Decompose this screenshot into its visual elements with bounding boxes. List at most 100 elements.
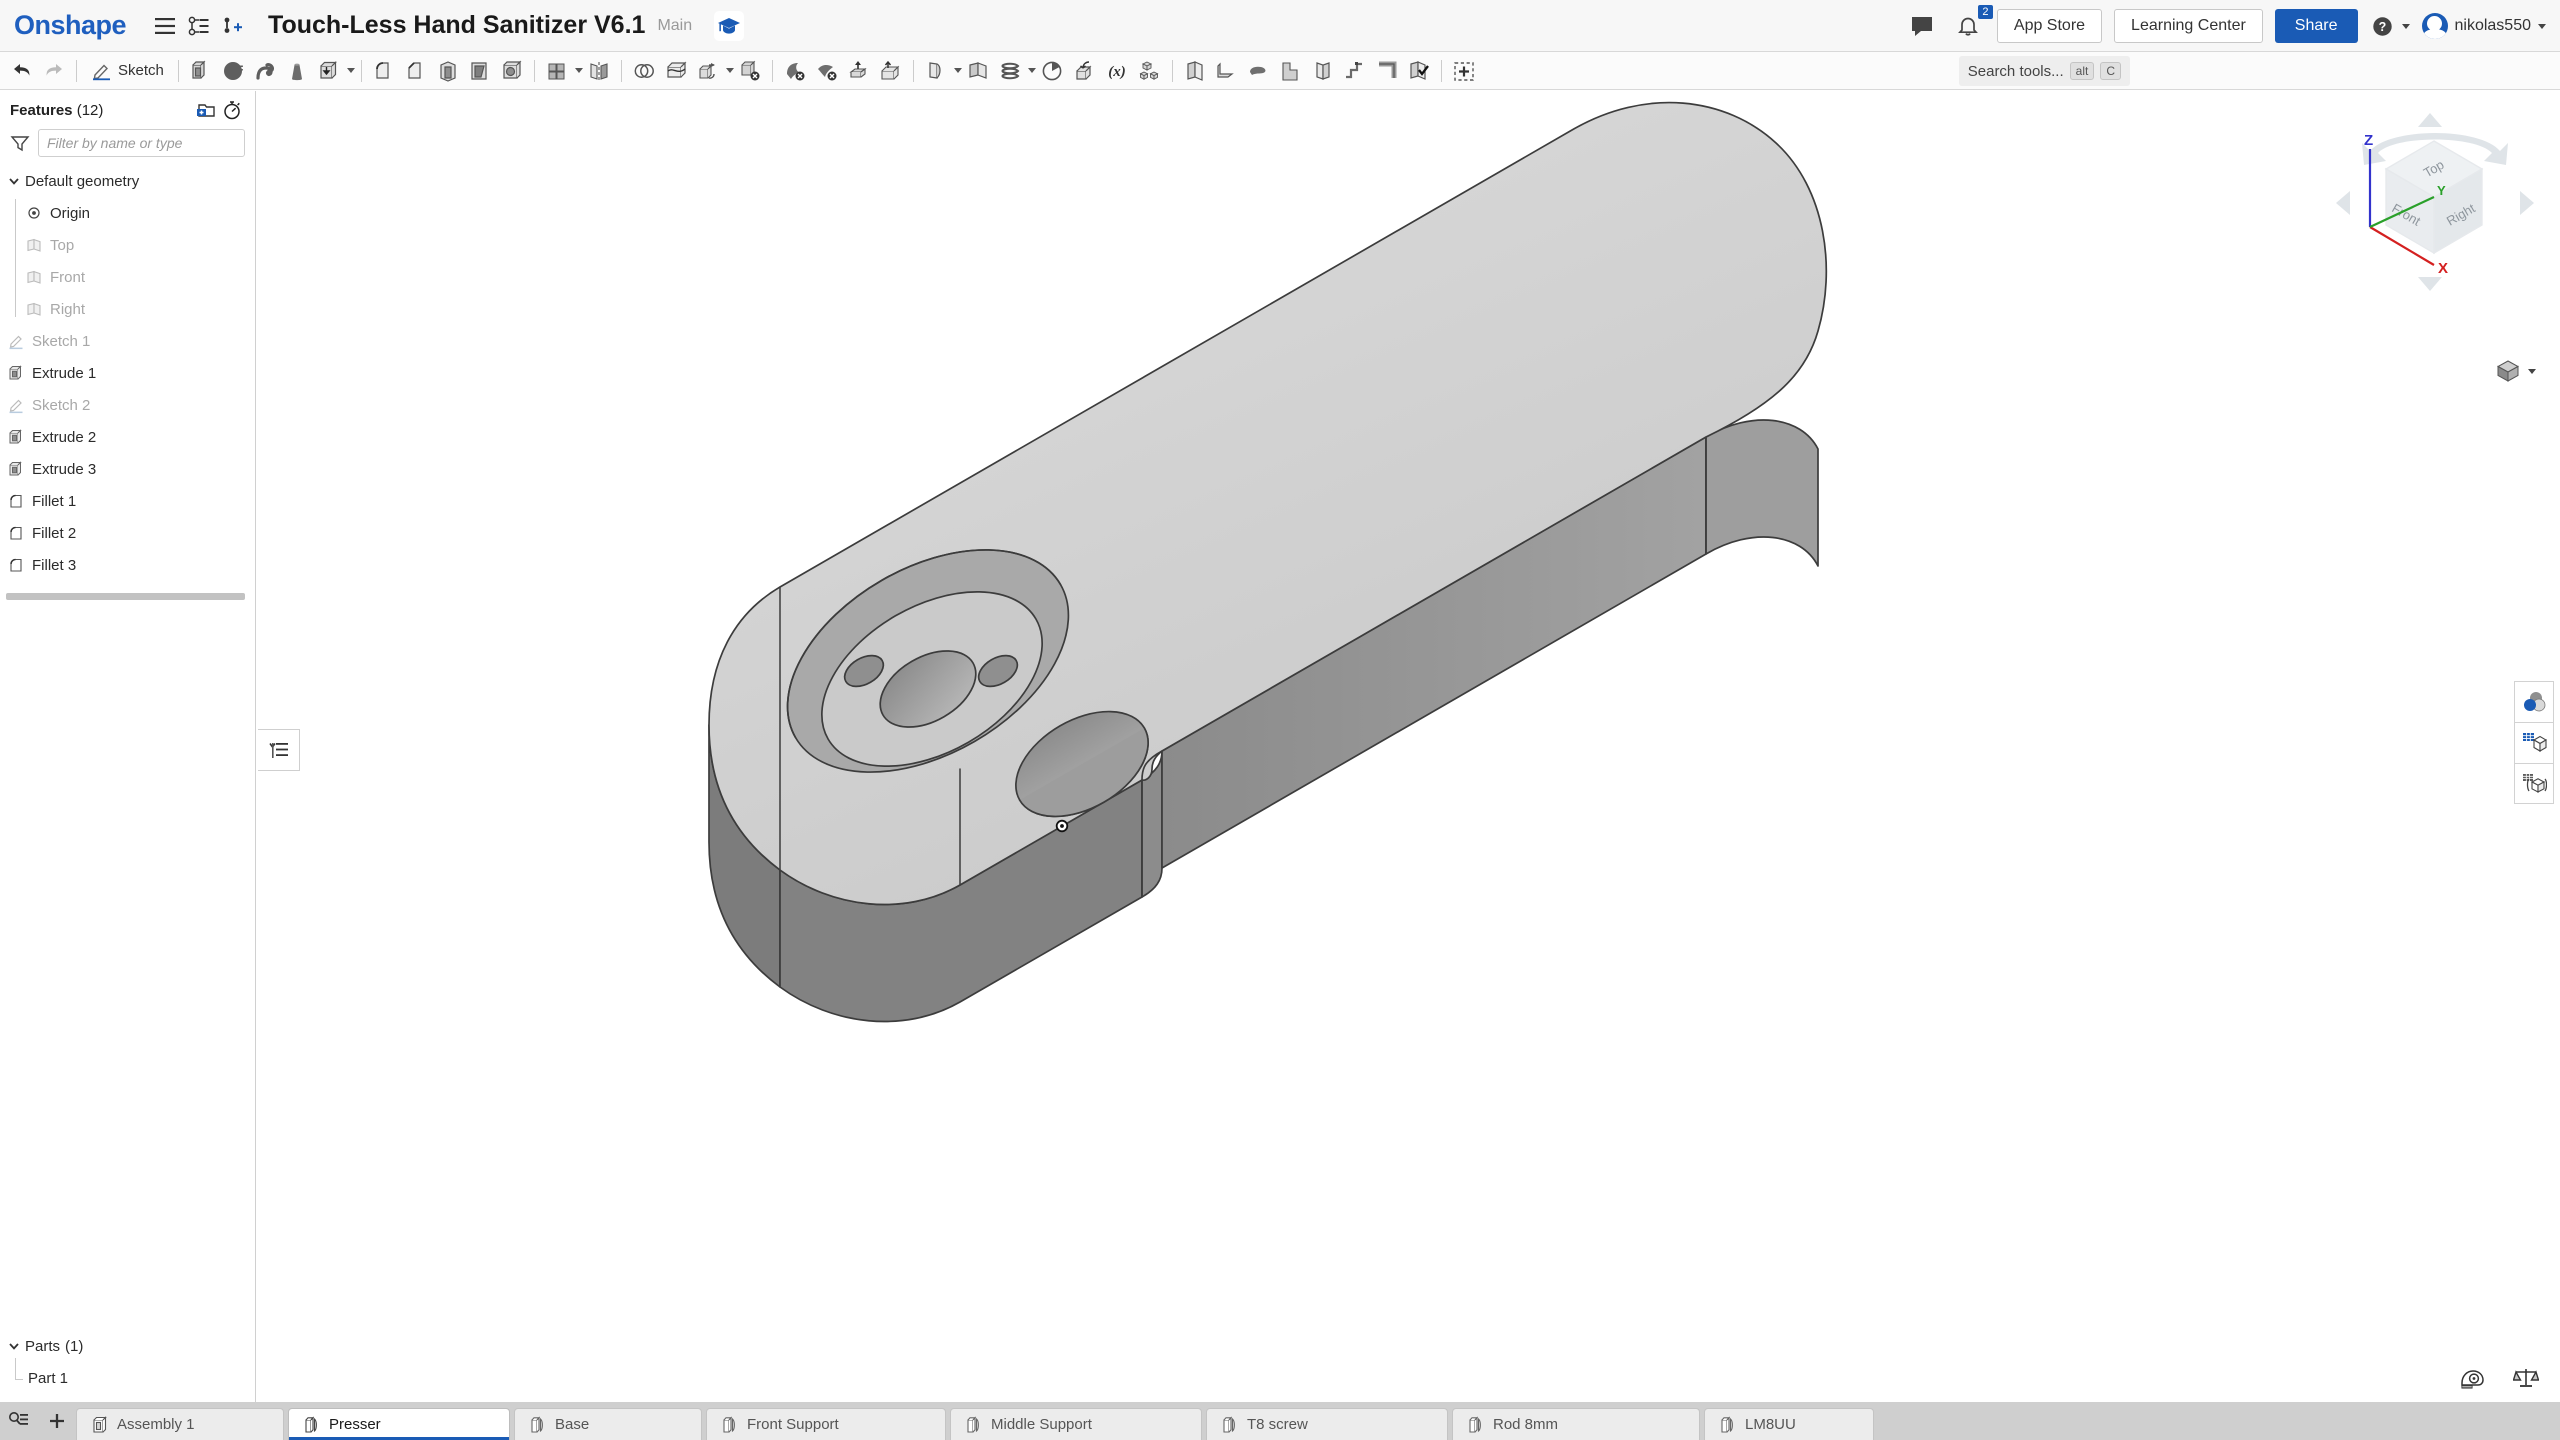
thicken-tool[interactable] [313,55,345,87]
boolean-tool[interactable] [628,55,660,87]
add-tab-button[interactable] [38,1402,76,1440]
helix-tool[interactable] [994,55,1026,87]
hamburger-menu-icon[interactable] [148,9,182,43]
configuration-panel-button[interactable] [2514,763,2554,804]
sketch-button[interactable]: Sketch [83,55,172,87]
tab-lm8uu[interactable]: LM8UU [1704,1408,1874,1440]
comment-icon[interactable] [1905,9,1939,43]
tab-middle-support[interactable]: Middle Support [950,1408,1202,1440]
enclose-tool[interactable] [875,55,907,87]
part-model-render[interactable] [256,91,2560,1402]
tree-item-extrude-2[interactable]: Extrude 2 [0,421,255,453]
tab-tool[interactable] [1275,55,1307,87]
tab-assembly-1[interactable]: Assembly 1 [76,1408,284,1440]
filter-input[interactable] [38,129,245,157]
split-tool[interactable] [660,55,692,87]
sweep-tool[interactable] [249,55,281,87]
corner-tool[interactable] [1371,55,1403,87]
helix-chevron-down-icon[interactable] [1028,68,1036,73]
tree-item-right-plane[interactable]: Right [0,293,255,325]
loft-tool[interactable] [281,55,313,87]
user-menu[interactable]: nikolas550 [2422,13,2547,39]
plane-chevron-down-icon[interactable] [954,68,962,73]
add-version-icon[interactable] [216,9,250,43]
rollback-bar[interactable] [6,593,245,600]
fillet-tool[interactable] [368,55,400,87]
rib-tool[interactable] [432,55,464,87]
delete-part-tool[interactable] [734,55,766,87]
help-circle-icon[interactable]: ? [2370,9,2396,43]
appearance-panel-button[interactable] [2514,681,2554,722]
tab-t8-screw[interactable]: T8 screw [1206,1408,1448,1440]
add-custom-feature-tool[interactable] [1448,55,1480,87]
transform-chevron-down-icon[interactable] [726,68,734,73]
bell-icon[interactable]: 2 [1951,9,1985,43]
chevron-down-icon[interactable] [6,1338,22,1354]
tab-base[interactable]: Base [514,1408,702,1440]
tree-item-fillet-1[interactable]: Fillet 1 [0,485,255,517]
user-chevron-down-icon[interactable] [2538,24,2546,29]
undo-arrow-icon[interactable] [6,55,38,87]
search-tools-button[interactable]: Search tools... alt C [1959,56,2130,86]
tree-item-extrude-1[interactable]: Extrude 1 [0,357,255,389]
variable-tool[interactable]: (x) [1100,55,1134,87]
tree-item-sketch-1[interactable]: Sketch 1 [0,325,255,357]
move-face-tool[interactable] [843,55,875,87]
panel-list-icon[interactable] [258,729,300,771]
parts-header[interactable]: Parts (1) [0,1330,255,1362]
tree-item-origin[interactable]: Origin [0,197,255,229]
composite-part-tool[interactable] [1134,55,1166,87]
replace-face-tool[interactable] [811,55,843,87]
linear-pattern-tool[interactable] [541,55,573,87]
extrude-tool[interactable] [185,55,217,87]
workspace-name[interactable]: Main [657,17,692,35]
display-state-panel-button[interactable] [2514,722,2554,763]
funnel-filter-icon[interactable] [10,134,30,152]
tab-presser[interactable]: Presser [288,1408,510,1440]
tree-item-fillet-3[interactable]: Fillet 3 [0,549,255,581]
derive-tool[interactable] [1068,55,1100,87]
add-folder-icon[interactable] [193,97,219,123]
hem-tool[interactable] [1243,55,1275,87]
delete-face-tool[interactable] [779,55,811,87]
construction-plane-tool[interactable] [962,55,994,87]
solids-chevron-down-icon[interactable] [347,68,355,73]
learning-center-button[interactable]: Learning Center [2114,9,2263,43]
draft-tool[interactable] [464,55,496,87]
graphics-viewport[interactable]: Top Front Right Z X Y [256,91,2560,1402]
tab-front-support[interactable]: Front Support [706,1408,946,1440]
chevron-down-icon[interactable] [6,173,22,189]
tape-measure-icon[interactable] [2458,1364,2486,1392]
plane-tool[interactable] [920,55,952,87]
pattern-chevron-down-icon[interactable] [575,68,583,73]
tree-item-fillet-2[interactable]: Fillet 2 [0,517,255,549]
tree-item-default-geometry[interactable]: Default geometry [0,165,255,197]
view-cube-chevron-down-icon[interactable] [2528,369,2536,374]
tab-rod-8mm[interactable]: Rod 8mm [1452,1408,1700,1440]
version-graph-icon[interactable] [182,9,216,43]
tree-item-extrude-3[interactable]: Extrude 3 [0,453,255,485]
revolve-cut-tool[interactable] [1036,55,1068,87]
onshape-logo[interactable]: Onshape [14,10,126,41]
tab-search-icon[interactable] [0,1402,38,1440]
flange-tool[interactable] [1211,55,1243,87]
jog-tool[interactable] [1339,55,1371,87]
sheet-metal-tool[interactable] [1179,55,1211,87]
parts-item-part-1[interactable]: Part 1 [0,1362,255,1394]
tree-item-top-plane[interactable]: Top [0,229,255,261]
view-cube-menu-icon[interactable] [2495,359,2536,383]
help-chevron-down-icon[interactable] [2402,24,2410,29]
scale-balance-icon[interactable] [2512,1364,2540,1392]
tree-item-front-plane[interactable]: Front [0,261,255,293]
shell-tool[interactable] [496,55,528,87]
revolve-tool[interactable] [217,55,249,87]
document-title[interactable]: Touch-Less Hand Sanitizer V6.1 [268,11,645,40]
bend-tool[interactable] [1307,55,1339,87]
mirror-tool[interactable] [583,55,615,87]
view-cube[interactable]: Top Front Right Z X Y [2330,107,2540,297]
share-button[interactable]: Share [2275,9,2358,43]
transform-tool[interactable] [692,55,724,87]
tree-item-sketch-2[interactable]: Sketch 2 [0,389,255,421]
app-store-button[interactable]: App Store [1997,9,2102,43]
sheet-metal-check-tool[interactable] [1403,55,1435,87]
